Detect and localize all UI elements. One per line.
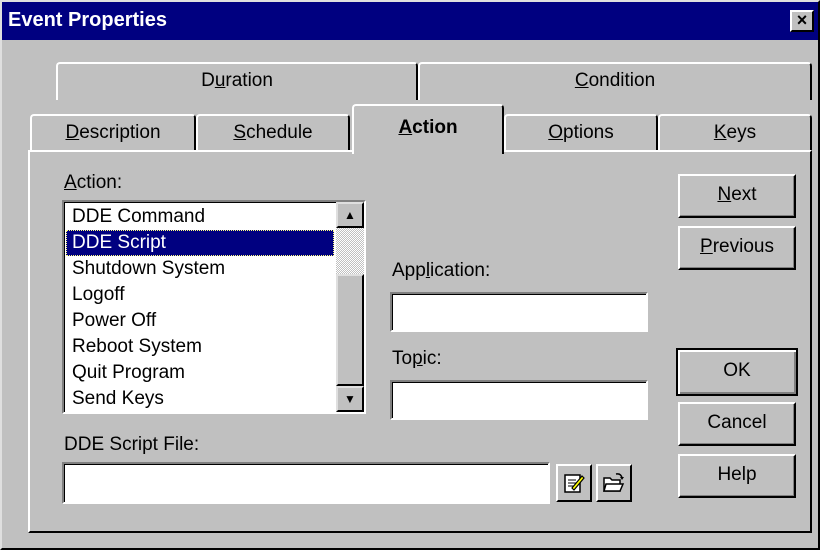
scroll-thumb[interactable] [336, 274, 364, 386]
application-input[interactable] [390, 292, 648, 332]
triangle-up-icon: ▲ [344, 208, 356, 222]
list-item[interactable]: Send Keys [66, 386, 334, 412]
ok-button[interactable]: OK [676, 348, 798, 396]
tab-condition-label: Condition [574, 70, 656, 91]
application-label: Application: [392, 260, 491, 281]
list-item[interactable]: Power Off [66, 308, 334, 334]
topic-input[interactable] [390, 380, 648, 420]
previous-button[interactable]: Previous [678, 226, 796, 270]
close-icon: × [796, 10, 808, 30]
tab-description-label: Description [65, 122, 161, 143]
previous-button-label: Previous [700, 236, 774, 257]
action-list-items: DDE Command DDE Script Shutdown System Logo… [66, 204, 334, 412]
scroll-up-button[interactable]: ▲ [336, 202, 364, 228]
next-button[interactable]: Next [678, 174, 796, 218]
event-properties-window: Event Properties × Duration Condition De… [0, 0, 820, 550]
browse-script-button[interactable] [596, 464, 632, 502]
help-button[interactable]: Help [678, 454, 796, 498]
tab-duration-label: Duration [201, 70, 273, 91]
tab-keys-label: Keys [713, 122, 757, 143]
topic-label: Topic: [392, 348, 442, 369]
edit-script-button[interactable] [556, 464, 592, 502]
window-title: Event Properties [8, 9, 167, 31]
script-file-input[interactable] [62, 462, 550, 504]
action-label: Action: [64, 172, 123, 193]
list-item[interactable]: Reboot System [66, 334, 334, 360]
tab-action[interactable]: Action [352, 104, 504, 154]
list-item[interactable]: Logoff [66, 282, 334, 308]
scroll-down-button[interactable]: ▼ [336, 386, 364, 412]
tab-action-label: Action [398, 117, 458, 138]
next-button-label: Next [717, 184, 757, 205]
tab-keys[interactable]: Keys [658, 114, 812, 152]
edit-file-icon [564, 474, 585, 493]
list-item[interactable]: DDE Command [66, 204, 334, 230]
list-item[interactable]: DDE Script [66, 230, 334, 256]
close-button[interactable]: × [790, 10, 814, 32]
cancel-button[interactable]: Cancel [678, 402, 796, 446]
action-listbox[interactable]: DDE Command DDE Script Shutdown System Logo… [62, 200, 366, 414]
tab-options[interactable]: Options [504, 114, 658, 152]
tab-condition[interactable]: Condition [418, 62, 812, 100]
tab-schedule-label: Schedule [233, 122, 313, 143]
action-scrollbar[interactable]: ▲ ▼ [336, 202, 364, 412]
list-item[interactable]: Shutdown System [66, 256, 334, 282]
tab-duration[interactable]: Duration [56, 62, 418, 100]
tab-schedule[interactable]: Schedule [196, 114, 350, 152]
tab-options-label: Options [548, 122, 614, 143]
list-item[interactable]: Quit Program [66, 360, 334, 386]
script-file-label: DDE Script File: [64, 434, 200, 455]
title-bar: Event Properties × [2, 2, 818, 40]
tab-description[interactable]: Description [30, 114, 196, 152]
triangle-down-icon: ▼ [344, 392, 356, 406]
open-folder-icon [603, 473, 625, 492]
